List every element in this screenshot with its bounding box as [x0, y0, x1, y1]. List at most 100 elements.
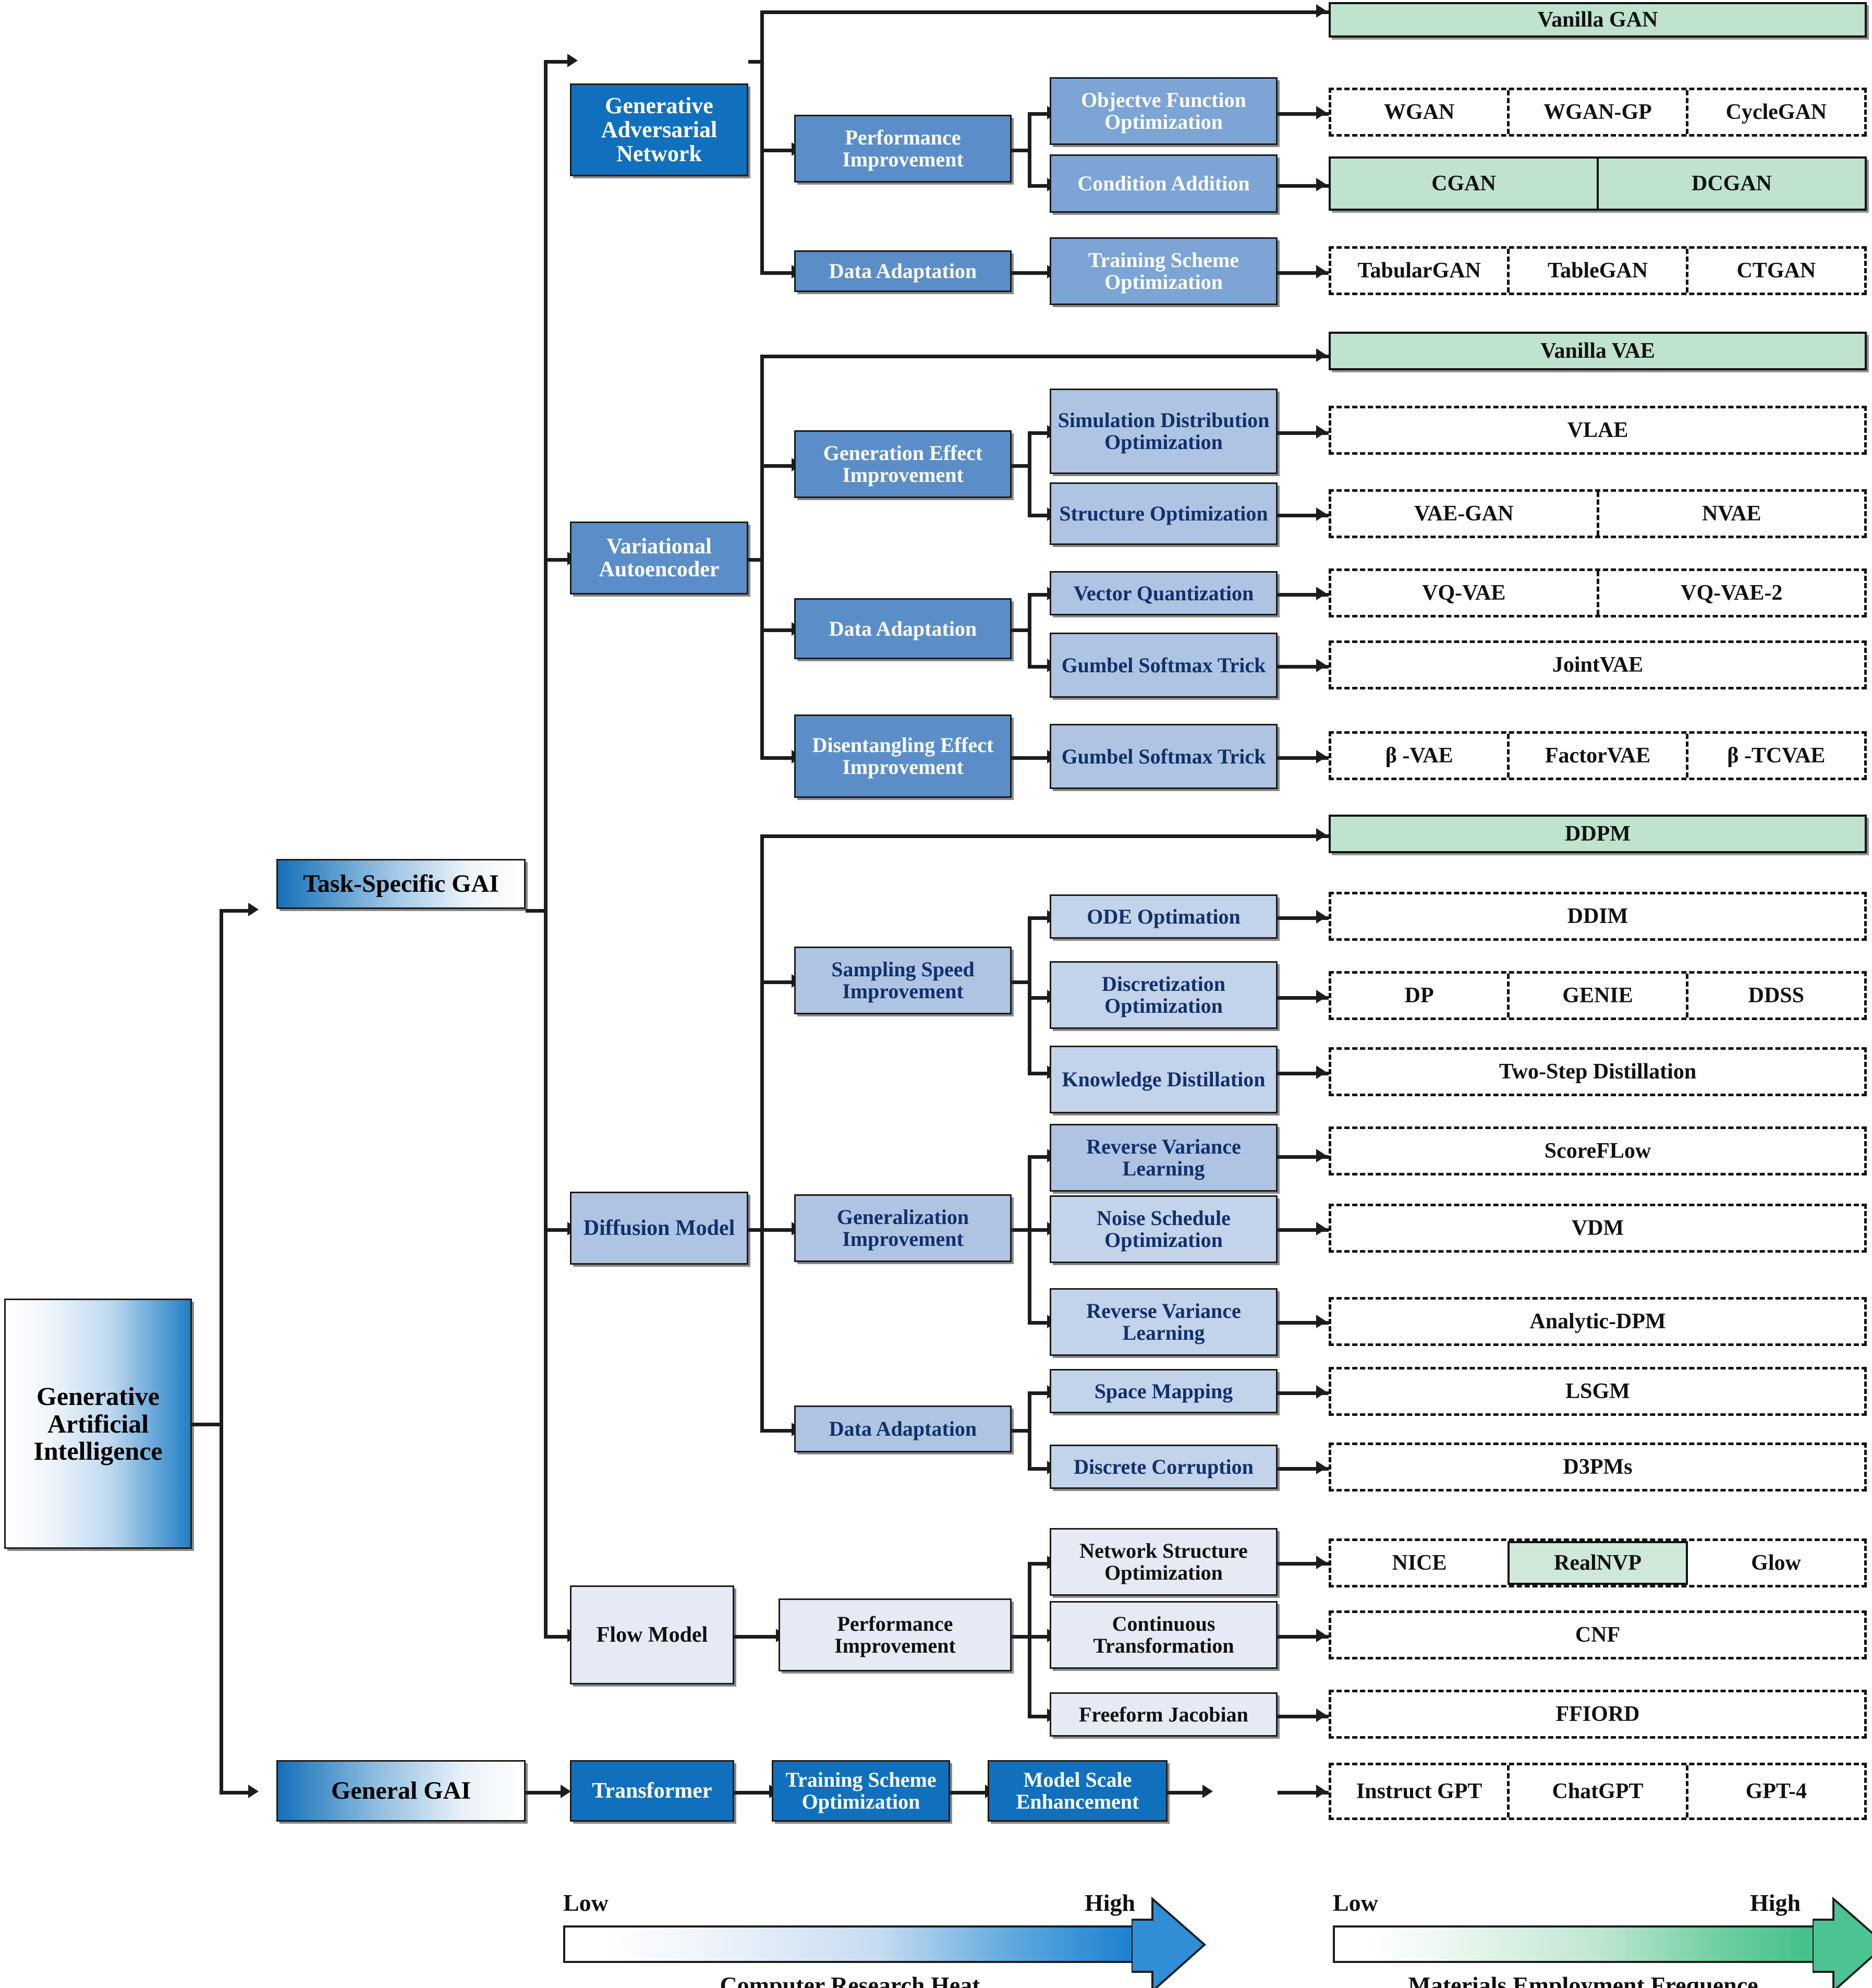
leaf-cell[interactable]: CNF	[1331, 1613, 1864, 1657]
edge	[1028, 184, 1050, 188]
leaf-row-gan-training[interactable]: TabularGAN TableGAN CTGAN	[1329, 246, 1867, 295]
node-simulation-distribution-optimization[interactable]: Simulation Distribution Optimization	[1050, 389, 1278, 474]
leaf-cell[interactable]: VLAE	[1331, 408, 1864, 452]
node-structure-optimization[interactable]: Structure Optimization	[1050, 482, 1278, 545]
node-vae-generation-effect-improvement[interactable]: Generation Effect Improvement	[794, 430, 1012, 498]
leaf-cell[interactable]: TabularGAN	[1331, 249, 1507, 293]
node-gan-performance-improvement[interactable]: Performance Improvement	[794, 115, 1012, 183]
leaf-row-vae-vq[interactable]: VQ-VAE VQ-VAE-2	[1329, 568, 1867, 617]
leaf-cell[interactable]: LSGM	[1331, 1369, 1864, 1413]
node-knowledge-distillation[interactable]: Knowledge Distillation	[1050, 1046, 1278, 1113]
leaf-cell[interactable]: FactorVAE	[1507, 734, 1685, 778]
leaf-cell[interactable]: WGAN-GP	[1507, 90, 1685, 134]
leaf-row-lsgm[interactable]: LSGM	[1329, 1367, 1867, 1416]
node-gumbel-softmax-trick-disentangling[interactable]: Gumbel Softmax Trick	[1050, 724, 1278, 789]
node-vae-data-adaptation[interactable]: Data Adaptation	[794, 598, 1012, 659]
leaf-cell[interactable]: GENIE	[1507, 974, 1685, 1017]
node-space-mapping[interactable]: Space Mapping	[1050, 1369, 1278, 1413]
leaf-row-analytic-dpm[interactable]: Analytic-DPM	[1329, 1297, 1867, 1346]
leaf-row-gan-objective[interactable]: WGAN WGAN-GP CycleGAN	[1329, 88, 1867, 137]
leaf-cell[interactable]: CGAN	[1331, 159, 1597, 209]
node-reverse-variance-learning-2[interactable]: Reverse Variance Learning	[1050, 1288, 1278, 1356]
node-variational-autoencoder[interactable]: Variational Autoencoder	[570, 522, 748, 595]
leaf-row-ddim[interactable]: DDIM	[1329, 892, 1867, 941]
leaf-cell[interactable]: NICE	[1331, 1541, 1508, 1585]
leaf-cell[interactable]: JointVAE	[1331, 643, 1864, 687]
leaf-cell[interactable]: FFIORD	[1331, 1692, 1864, 1736]
leaf-cell[interactable]: β -VAE	[1331, 734, 1507, 778]
node-generative-artificial-intelligence[interactable]: Generative Artificial Intelligence	[4, 1299, 192, 1549]
leaf-cell[interactable]: TableGAN	[1507, 249, 1685, 293]
node-continuous-transformation[interactable]: Continuous Transformation	[1050, 1601, 1278, 1669]
node-flow-model[interactable]: Flow Model	[570, 1585, 734, 1684]
leaf-row-vae-structure[interactable]: VAE-GAN NVAE	[1329, 489, 1867, 538]
node-condition-addition[interactable]: Condition Addition	[1050, 154, 1278, 213]
leaf-cell[interactable]: WGAN	[1331, 90, 1507, 134]
node-transformer-training-scheme-optimization[interactable]: Training Scheme Optimization	[772, 1760, 950, 1822]
leaf-row-cnf[interactable]: CNF	[1329, 1610, 1867, 1659]
leaf-cell[interactable]: ScoreFLow	[1331, 1129, 1864, 1173]
leaf-cell[interactable]: Vanilla VAE	[1331, 334, 1865, 368]
leaf-row-scoreflow[interactable]: ScoreFLow	[1329, 1126, 1867, 1175]
leaf-row-vdm[interactable]: VDM	[1329, 1204, 1867, 1253]
leaf-cell[interactable]: VQ-VAE	[1331, 571, 1597, 615]
leaf-cell[interactable]: Analytic-DPM	[1331, 1300, 1864, 1343]
node-diff-data-adaptation[interactable]: Data Adaptation	[794, 1405, 1012, 1452]
node-discretization-optimization[interactable]: Discretization Optimization	[1050, 961, 1278, 1029]
leaf-cell[interactable]: VAE-GAN	[1331, 492, 1597, 536]
leaf-row-vlae[interactable]: VLAE	[1329, 406, 1867, 455]
leaf-cell[interactable]: Glow	[1688, 1541, 1864, 1585]
leaf-cell[interactable]: β -TCVAE	[1685, 734, 1864, 778]
leaf-cell[interactable]: DDSS	[1685, 974, 1864, 1017]
node-objective-function-optimization[interactable]: Objectve Function Optimization	[1050, 77, 1278, 145]
leaf-cell[interactable]: CTGAN	[1685, 249, 1864, 293]
node-diff-generalization-improvement[interactable]: Generalization Improvement	[794, 1194, 1012, 1262]
leaf-row-gan-condition[interactable]: CGAN DCGAN	[1329, 156, 1867, 211]
node-diffusion-model[interactable]: Diffusion Model	[570, 1192, 748, 1265]
node-flow-performance-improvement[interactable]: Performance Improvement	[779, 1598, 1012, 1671]
leaf-row-ddpm[interactable]: DDPM	[1329, 815, 1867, 853]
leaf-row-vanilla-gan[interactable]: Vanilla GAN	[1329, 2, 1867, 38]
node-freeform-jacobian[interactable]: Freeform Jacobian	[1050, 1692, 1278, 1737]
node-discrete-corruption[interactable]: Discrete Corruption	[1050, 1445, 1278, 1489]
node-ode-optimation[interactable]: ODE Optimation	[1050, 894, 1278, 939]
leaf-cell[interactable]: DCGAN	[1597, 159, 1865, 209]
leaf-cell[interactable]: Two-Step Distillation	[1331, 1050, 1864, 1094]
leaf-row-diff-discretization[interactable]: DP GENIE DDSS	[1329, 971, 1867, 1020]
node-task-specific-gai[interactable]: Task-Specific GAI	[276, 859, 526, 909]
leaf-cell-highlighted[interactable]: RealNVP	[1508, 1541, 1688, 1585]
leaf-cell[interactable]: Instruct GPT	[1331, 1765, 1507, 1817]
leaf-row-d3pms[interactable]: D3PMs	[1329, 1442, 1867, 1492]
node-general-gai[interactable]: General GAI	[276, 1760, 526, 1822]
node-generative-adversarial-network[interactable]: Generative Adversarial Network	[570, 83, 748, 176]
node-gan-training-scheme-optimization[interactable]: Training Scheme Optimization	[1050, 237, 1278, 305]
leaf-cell[interactable]: DDIM	[1331, 894, 1864, 938]
leaf-cell[interactable]: NVAE	[1596, 492, 1865, 536]
node-noise-schedule-optimization[interactable]: Noise Schedule Optimization	[1050, 1195, 1278, 1263]
node-network-structure-optimization[interactable]: Network Structure Optimization	[1050, 1528, 1278, 1596]
leaf-cell[interactable]: GPT-4	[1685, 1765, 1864, 1817]
node-vector-quantization[interactable]: Vector Quantization	[1050, 571, 1278, 615]
leaf-row-ffiord[interactable]: FFIORD	[1329, 1690, 1867, 1739]
leaf-row-gpt[interactable]: Instruct GPT ChatGPT GPT-4	[1329, 1763, 1867, 1820]
leaf-row-vae-disentangle[interactable]: β -VAE FactorVAE β -TCVAE	[1329, 731, 1867, 780]
leaf-row-vanilla-vae[interactable]: Vanilla VAE	[1329, 332, 1867, 370]
leaf-cell[interactable]: D3PMs	[1331, 1445, 1864, 1489]
leaf-cell[interactable]: CycleGAN	[1685, 90, 1864, 134]
leaf-cell[interactable]: Vanilla GAN	[1331, 4, 1865, 35]
node-gumbel-softmax-trick-data[interactable]: Gumbel Softmax Trick	[1050, 633, 1278, 698]
leaf-row-two-step-distillation[interactable]: Two-Step Distillation	[1329, 1047, 1867, 1096]
leaf-cell[interactable]: ChatGPT	[1507, 1765, 1685, 1817]
node-diff-sampling-speed-improvement[interactable]: Sampling Speed Improvement	[794, 947, 1012, 1014]
node-reverse-variance-learning-1[interactable]: Reverse Variance Learning	[1050, 1124, 1278, 1192]
leaf-cell[interactable]: DP	[1331, 974, 1507, 1017]
node-transformer[interactable]: Transformer	[570, 1760, 734, 1822]
node-vae-disentangling-effect-improvement[interactable]: Disentangling Effect Improvement	[794, 714, 1012, 798]
node-model-scale-enhancement[interactable]: Model Scale Enhancement	[988, 1760, 1168, 1822]
leaf-cell[interactable]: VQ-VAE-2	[1596, 571, 1865, 615]
leaf-row-flow-network[interactable]: NICE RealNVP Glow	[1329, 1538, 1867, 1587]
leaf-row-jointvae[interactable]: JointVAE	[1329, 640, 1867, 689]
leaf-cell[interactable]: VDM	[1331, 1206, 1864, 1250]
node-gan-data-adaptation[interactable]: Data Adaptation	[794, 250, 1012, 292]
leaf-cell[interactable]: DDPM	[1331, 817, 1865, 851]
